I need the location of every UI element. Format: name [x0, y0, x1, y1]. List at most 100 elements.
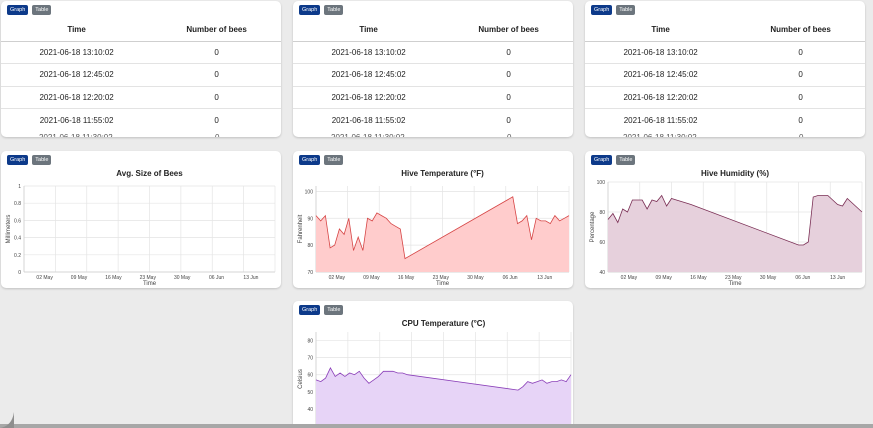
x-tick-label: 30 May — [174, 275, 191, 281]
bees-table-card-3: Graph Table Time Number of bees 2021-06-… — [585, 1, 865, 137]
y-tick-label: 50 — [307, 390, 313, 396]
table-row: 2021-06-18 12:20:02 0 — [293, 85, 573, 109]
time-cell: 2021-06-18 12:20:02 — [293, 85, 445, 109]
chart-title: CPU Temperature (°C) — [402, 319, 486, 328]
y-tick-label: 100 — [305, 189, 314, 195]
resize-corner-icon[interactable] — [0, 412, 14, 428]
y-tick-label: 40 — [599, 270, 605, 276]
hive-humidity-chart-card: Graph Table Hive Humidity (%) Percentage 4… — [585, 151, 865, 288]
cpu-temperature-chart[interactable]: CPU Temperature (°C) Celsius 40 50 60 70 80 — [293, 301, 573, 428]
x-tick-label: 02 May — [36, 275, 53, 281]
table-scroll-clip[interactable]: 2021-06-18 11:30:020 — [1, 133, 281, 137]
count-cell: 0 — [444, 63, 573, 86]
y-tick-label: 60 — [307, 373, 313, 379]
time-column-header[interactable]: Time — [1, 18, 153, 42]
bees-table-card-1: Graph Table Time Number of bees 2021-06-… — [1, 1, 281, 137]
time-column-header[interactable]: Time — [585, 18, 737, 42]
table-header-row: Time Number of bees — [293, 18, 573, 42]
chart-title: Hive Humidity (%) — [701, 169, 769, 178]
graph-button[interactable]: Graph — [7, 5, 29, 15]
x-tick-label: 09 May — [71, 275, 88, 281]
x-axis-label: Time — [436, 281, 450, 287]
x-tick-label: 16 May — [105, 275, 122, 281]
time-cell: 2021-06-18 12:45:02 — [1, 63, 153, 86]
time-column-header[interactable]: Time — [293, 18, 445, 42]
count-cell: 0 — [152, 108, 281, 131]
y-axis-label: Celsius — [298, 369, 304, 389]
time-cell: 2021-06-18 11:55:02 — [585, 108, 737, 131]
y-tick-label: 60 — [599, 240, 605, 246]
table-button[interactable]: Table — [32, 5, 52, 15]
time-cell: 2021-06-18 13:10:02 — [1, 40, 153, 64]
x-tick-label: 02 May — [329, 275, 346, 281]
bee-size-chart-card: Graph Table Avg. Size of Bees Millimeters… — [1, 151, 281, 288]
table-button[interactable]: Table — [324, 5, 344, 15]
x-tick-label: 02 May — [621, 275, 638, 281]
bees-table-card-2: Graph Table Time Number of bees 2021-06-… — [293, 1, 573, 137]
x-tick-label: 30 May — [467, 275, 484, 281]
time-cell: 2021-06-18 13:10:02 — [585, 40, 737, 64]
count-cell: 0 — [736, 85, 865, 109]
count-cell: 0 — [444, 108, 573, 131]
count-cell: 0 — [736, 108, 865, 131]
graph-button[interactable]: Graph — [591, 5, 613, 15]
table-scroll-clip[interactable]: 2021-06-18 11:30:020 — [585, 133, 865, 137]
table-header-row: Time Number of bees — [1, 18, 281, 42]
time-cell: 2021-06-18 11:55:02 — [293, 108, 445, 131]
count-cell: 0 — [444, 40, 573, 64]
x-tick-label: 06 Jun — [209, 275, 224, 281]
count-cell: 0 — [736, 63, 865, 86]
x-tick-label: 13 Jun — [243, 275, 258, 281]
table-row: 2021-06-18 12:45:02 0 — [293, 63, 573, 86]
y-tick-label: 0.2 — [14, 253, 21, 259]
x-tick-label: 06 Jun — [795, 275, 810, 281]
x-tick-label: 06 Jun — [503, 275, 518, 281]
x-tick-label: 16 May — [690, 275, 707, 281]
table-scroll-clip[interactable]: 2021-06-18 11:30:020 — [293, 133, 573, 137]
y-axis-label: Percentage — [590, 211, 596, 242]
bees-column-header[interactable]: Number of bees — [444, 18, 573, 42]
x-tick-label: 13 Jun — [537, 275, 552, 281]
time-cell: 2021-06-18 12:20:02 — [1, 85, 153, 109]
time-cell: 2021-06-18 12:45:02 — [585, 63, 737, 86]
table-row: 2021-06-18 12:20:02 0 — [1, 85, 281, 109]
bee-size-chart[interactable]: Avg. Size of Bees Millimeters 0 0.2 0.4 0.6 0.… — [1, 151, 281, 288]
x-axis-label: Time — [143, 281, 157, 287]
y-tick-label: 80 — [307, 243, 313, 249]
chart-title: Hive Temperature (°F) — [401, 169, 484, 178]
table-row: 2021-06-18 11:55:02 0 — [1, 108, 281, 131]
time-cell: 2021-06-18 13:10:02 — [293, 40, 445, 64]
y-tick-label: 80 — [599, 210, 605, 216]
y-tick-label: 0.8 — [14, 201, 21, 207]
table-row: 2021-06-18 12:45:02 0 — [585, 63, 865, 86]
cpu-temperature-chart-card: Graph Table CPU Temperature (°C) Celsius 4… — [293, 301, 573, 428]
time-cell: 2021-06-18 12:45:02 — [293, 63, 445, 86]
hive-humidity-chart[interactable]: Hive Humidity (%) Percentage 40 60 80 100 02 M… — [585, 151, 865, 288]
graph-button[interactable]: Graph — [299, 5, 321, 15]
window-bottom-edge — [0, 424, 873, 428]
y-tick-label: 70 — [307, 356, 313, 362]
hive-temperature-chart-card: Graph Table Hive Temperature (°F) Fahrenh… — [293, 151, 573, 288]
table-row: 2021-06-18 12:45:02 0 — [1, 63, 281, 86]
table-button[interactable]: Table — [616, 5, 636, 15]
x-tick-label: 09 May — [655, 275, 672, 281]
y-tick-label: 40 — [307, 407, 313, 413]
chart-title: Avg. Size of Bees — [116, 169, 183, 178]
y-tick-label: 70 — [307, 270, 313, 276]
y-tick-label: 90 — [307, 216, 313, 222]
table-row: 2021-06-18 13:10:02 0 — [585, 40, 865, 64]
y-tick-label: 80 — [307, 339, 313, 345]
bees-table: Time Number of bees 2021-06-18 13:10:02 0… — [293, 18, 573, 131]
table-row: 2021-06-18 12:20:02 0 — [585, 85, 865, 109]
y-tick-label: 1 — [18, 184, 21, 190]
bees-column-header[interactable]: Number of bees — [152, 18, 281, 42]
table-row: 2021-06-18 11:55:02 0 — [293, 108, 573, 131]
y-tick-label: 0 — [18, 270, 21, 276]
count-cell: 0 — [444, 85, 573, 109]
bees-column-header[interactable]: Number of bees — [736, 18, 865, 42]
count-cell: 0 — [152, 40, 281, 64]
hive-temperature-chart[interactable]: Hive Temperature (°F) Fahrenheit 70 80 90 100… — [293, 151, 573, 288]
x-tick-label: 09 May — [363, 275, 380, 281]
table-row: 2021-06-18 13:10:02 0 — [1, 40, 281, 64]
count-cell: 0 — [152, 63, 281, 86]
